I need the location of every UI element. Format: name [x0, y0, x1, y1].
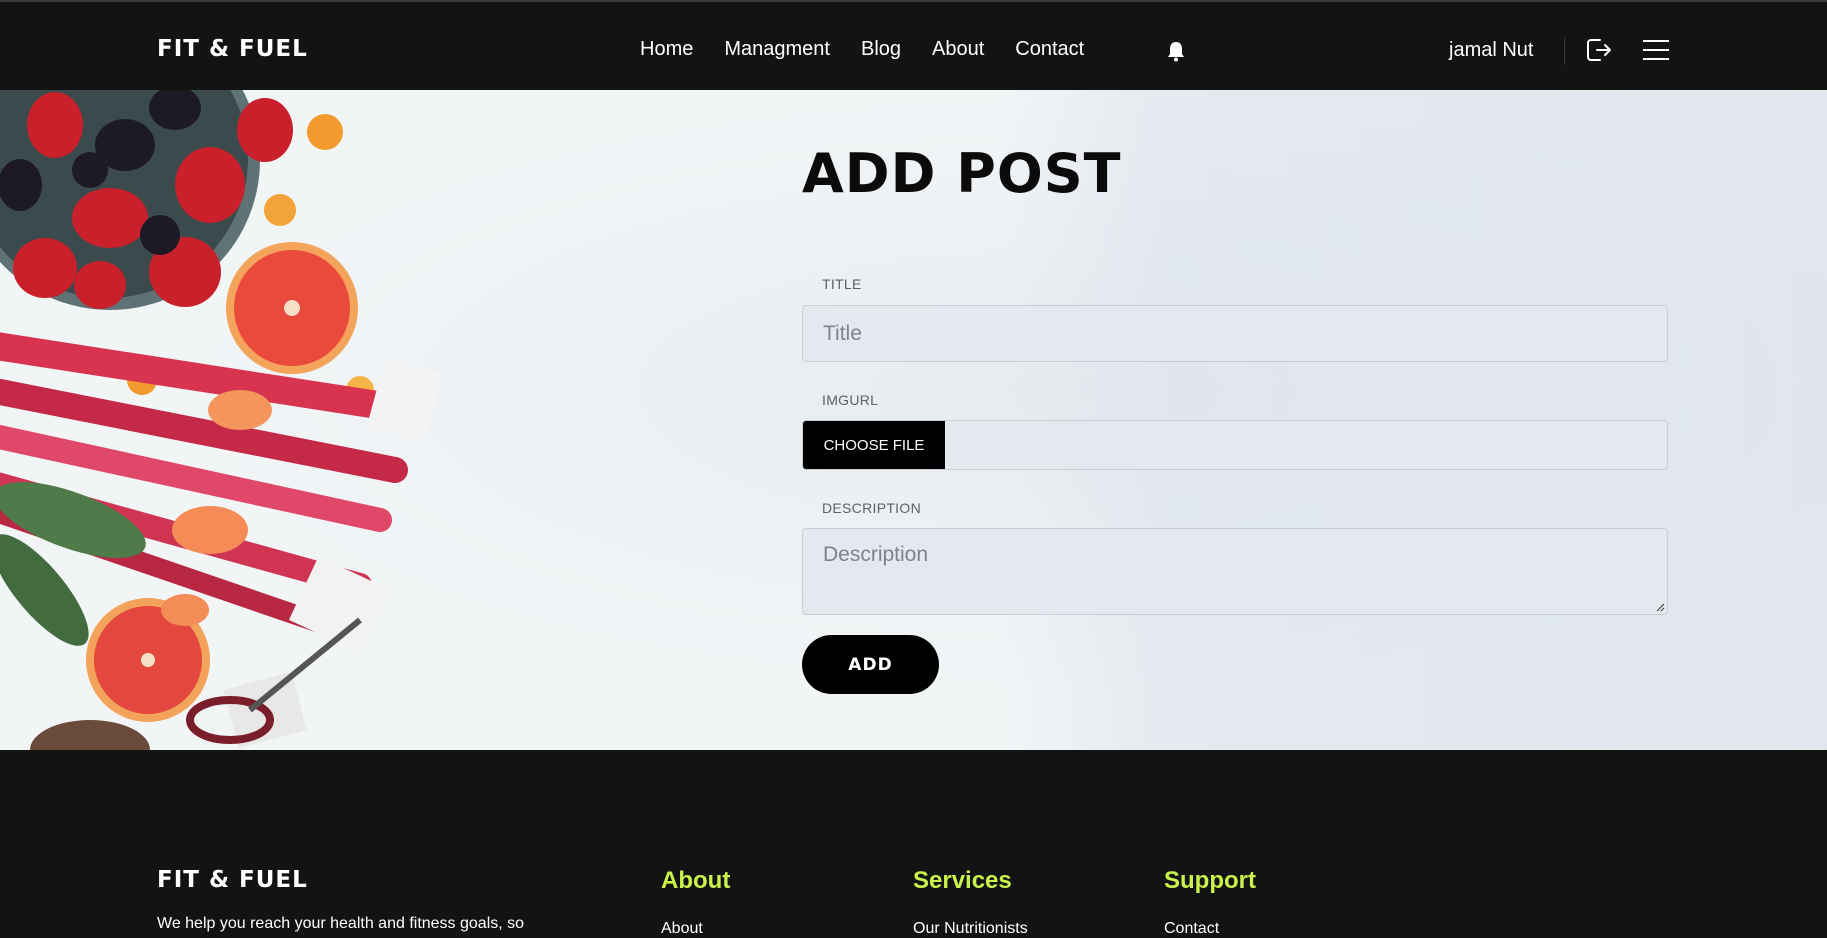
- description-label: DESCRIPTION: [822, 500, 921, 516]
- resize-grip-icon[interactable]: [1655, 602, 1665, 612]
- menu-icon[interactable]: [1643, 39, 1669, 61]
- site-header: FIT & FUEL Home Managment Blog About Con…: [0, 2, 1827, 90]
- choose-file-button[interactable]: CHOOSE FILE: [803, 421, 945, 469]
- site-footer: FIT & FUEL We help you reach your health…: [0, 750, 1827, 937]
- bell-icon[interactable]: [1166, 40, 1186, 62]
- description-input[interactable]: [803, 529, 1667, 614]
- title-field-wrapper: [802, 305, 1668, 362]
- title-label: TITLE: [822, 276, 862, 292]
- footer-heading-support: Support: [1164, 867, 1256, 894]
- nav-about[interactable]: About: [932, 38, 984, 61]
- footer-tagline: We help you reach your health and fitnes…: [157, 915, 525, 932]
- nav-home[interactable]: Home: [640, 38, 693, 61]
- user-name[interactable]: jamal Nut: [1449, 39, 1533, 62]
- footer-logo[interactable]: FIT & FUEL: [157, 867, 308, 893]
- nav-blog[interactable]: Blog: [861, 38, 901, 61]
- footer-heading-about: About: [661, 867, 731, 894]
- hero-section: ADD POST TITLE IMGURL CHOOSE FILE DESCRI…: [0, 90, 1827, 750]
- footer-heading-services: Services: [913, 867, 1012, 894]
- logout-icon[interactable]: [1585, 36, 1613, 64]
- nav-management[interactable]: Managment: [724, 38, 830, 61]
- add-button[interactable]: ADD: [802, 635, 939, 694]
- footer-link-support[interactable]: Contact: [1164, 920, 1219, 938]
- header-divider: [1564, 37, 1565, 65]
- imgurl-label: IMGURL: [822, 392, 879, 408]
- footer-link-about[interactable]: About: [661, 920, 703, 938]
- footer-link-services[interactable]: Our Nutritionists: [913, 920, 1028, 938]
- nav-contact[interactable]: Contact: [1015, 38, 1084, 61]
- brand-logo[interactable]: FIT & FUEL: [157, 36, 308, 62]
- file-input[interactable]: CHOOSE FILE: [802, 420, 1668, 470]
- page-title: ADD POST: [802, 142, 1122, 205]
- fruit-image: [0, 90, 444, 750]
- description-field-wrapper: [802, 528, 1668, 615]
- main-nav: Home Managment Blog About Contact: [640, 38, 1115, 61]
- title-input[interactable]: [803, 306, 1667, 361]
